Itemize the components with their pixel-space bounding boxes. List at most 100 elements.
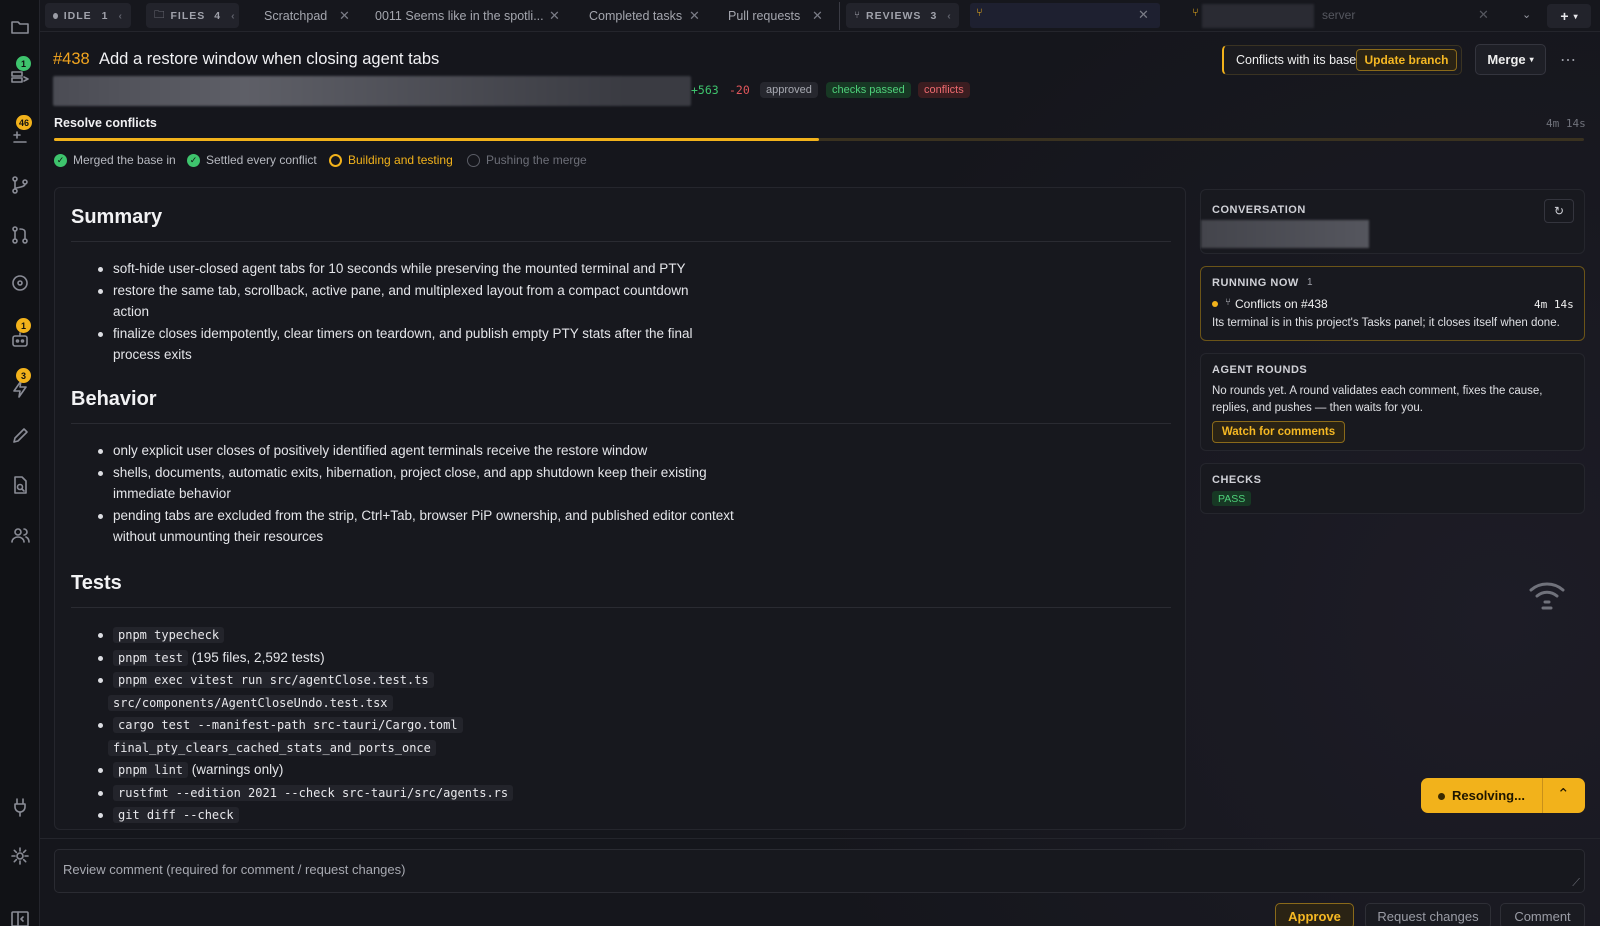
agent-rounds-title: AGENT ROUNDS (1212, 364, 1308, 376)
tab-note[interactable]: 0011 Seems like in the spotli... ✕ (375, 0, 565, 31)
inline-code: git diff --check (113, 807, 239, 823)
changes-badge: 46 (16, 115, 33, 130)
reviews-count: 3 (930, 9, 938, 22)
redacted-branch-info (53, 76, 691, 106)
comment-button[interactable]: Comment (1500, 903, 1585, 926)
update-branch-button[interactable]: Update branch (1356, 49, 1457, 71)
chevron-left-icon[interactable]: ‹ (119, 10, 124, 22)
tab-label: 0011 Seems like in the spotli... (375, 8, 544, 23)
status-dot-icon (1212, 301, 1218, 307)
close-icon[interactable]: ✕ (339, 8, 350, 24)
list-item: finalize closes idempotently, clear time… (97, 323, 717, 366)
agents-badge: 1 (16, 318, 31, 333)
close-icon[interactable]: ✕ (1138, 7, 1149, 23)
tests-list: pnpm typecheck pnpm test (195 files, 2,5… (97, 624, 797, 827)
files-group-tab[interactable]: 🗀 FILES 4 ‹ (146, 3, 239, 28)
resolve-progress-fill (54, 138, 819, 141)
chevron-left-icon[interactable]: ‹ (947, 10, 952, 22)
diff-icon[interactable]: 46 (0, 115, 40, 151)
agent-rounds-card: AGENT ROUNDS No rounds yet. A round vali… (1200, 353, 1585, 451)
refresh-icon[interactable]: ↻ (1544, 199, 1574, 223)
divider (40, 838, 1600, 839)
close-icon[interactable]: ✕ (812, 8, 823, 24)
files-count: 4 (214, 9, 222, 22)
behavior-list: only explicit user closes of positively … (97, 440, 737, 548)
branch-icon: ⑂ (1225, 297, 1231, 308)
sessions-badge: 1 (16, 56, 31, 71)
close-icon[interactable]: ✕ (689, 8, 700, 24)
close-icon[interactable]: ✕ (549, 8, 560, 24)
tab-divider (839, 2, 840, 30)
resolving-indicator[interactable]: Resolving... ⌃ (1421, 778, 1585, 813)
robot-icon[interactable]: 1 (0, 318, 40, 354)
pencil-icon[interactable] (0, 421, 40, 451)
lightning-icon[interactable]: 3 (0, 368, 40, 404)
new-tab-button[interactable]: + ▾ (1547, 4, 1591, 28)
caret-down-icon: ▾ (1529, 55, 1534, 64)
chevron-left-icon[interactable]: ‹ (231, 10, 236, 22)
list-item: git diff --check (97, 804, 797, 827)
step-label: Pushing the merge (486, 153, 587, 167)
checks-card: CHECKS PASS (1200, 463, 1585, 514)
list-item: pnpm typecheck (97, 624, 797, 647)
inline-code: pnpm typecheck (113, 627, 225, 643)
resize-handle-icon[interactable]: ⟋ (1572, 877, 1580, 890)
document-search-icon[interactable] (0, 470, 40, 500)
pull-request-icon: ⑂ (854, 10, 861, 21)
running-task[interactable]: Conflicts on #438 (1235, 297, 1328, 311)
approved-badge: approved (760, 82, 818, 98)
list-item-text: (warnings only) (188, 762, 284, 777)
tab-label: Pull requests (728, 8, 801, 23)
tab-bar: IDLE 1 ‹ 🗀 FILES 4 ‹ Scratchpad ✕ 0011 Se… (40, 0, 1600, 32)
chevron-down-icon[interactable]: ⌄ (1522, 8, 1531, 21)
users-icon[interactable] (0, 520, 40, 550)
running-note: Its terminal is in this project's Tasks … (1212, 317, 1560, 329)
tab-scratchpad[interactable]: Scratchpad ✕ (264, 0, 364, 31)
pull-request-icon: ⑂ (1192, 7, 1199, 19)
close-icon[interactable]: ✕ (1478, 7, 1489, 23)
pr-title: Add a restore window when closing agent … (99, 50, 440, 68)
record-icon[interactable] (0, 268, 40, 298)
merge-button[interactable]: Merge ▾ (1475, 44, 1546, 75)
tab-pull-requests[interactable]: Pull requests ✕ (728, 0, 838, 31)
actions-badge: 3 (16, 368, 31, 383)
inline-code: pnpm exec vitest run src/agentClose.test… (113, 672, 434, 688)
running-count: 1 (1307, 277, 1313, 288)
checks-title: CHECKS (1212, 474, 1262, 486)
sessions-icon[interactable]: 1 (0, 56, 40, 92)
more-options-icon[interactable]: ⋯ (1560, 50, 1576, 70)
tab-completed-tasks[interactable]: Completed tasks ✕ (589, 0, 714, 31)
tab-label: Completed tasks (589, 8, 683, 23)
git-branch-icon[interactable] (0, 170, 40, 200)
inline-code: pnpm lint (113, 762, 189, 778)
request-changes-button[interactable]: Request changes (1365, 903, 1491, 926)
reviews-group-tab[interactable]: ⑂ REVIEWS 3 ‹ (846, 3, 959, 28)
approve-button[interactable]: Approve (1275, 903, 1354, 926)
chevron-up-icon[interactable]: ⌃ (1557, 785, 1570, 803)
pull-request-icon: ⑂ (976, 7, 983, 19)
list-item: only explicit user closes of positively … (97, 440, 737, 462)
resolve-progress-bar (54, 138, 1584, 141)
watch-for-comments-button[interactable]: Watch for comments (1212, 421, 1345, 443)
folder-icon[interactable] (0, 12, 40, 42)
pending-circle-icon (467, 153, 480, 167)
additions-count: +563 (691, 83, 719, 97)
pull-request-icon[interactable] (0, 220, 40, 250)
idle-group-tab[interactable]: IDLE 1 ‹ (45, 3, 131, 28)
step-label: Merged the base in (73, 153, 176, 167)
step-settled-conflicts: ✓ Settled every conflict (187, 152, 317, 168)
conflicts-badge: conflicts (918, 82, 970, 98)
inline-code: src/components/AgentCloseUndo.test.tsx (108, 694, 393, 711)
activity-sidebar: 1 46 1 3 (0, 0, 40, 926)
tab-pr-active[interactable]: ⑂ ✕ (970, 3, 1160, 28)
inline-code: cargo test --manifest-path src-tauri/Car… (113, 717, 463, 733)
checks-passed-badge: checks passed (826, 82, 911, 98)
tab-server[interactable]: ⑂ server ✕ (1192, 3, 1492, 28)
gear-icon[interactable] (0, 841, 40, 871)
plug-icon[interactable] (0, 792, 40, 822)
resolve-title: Resolve conflicts (54, 116, 157, 130)
panel-toggle-icon[interactable] (0, 904, 40, 926)
review-comment-field[interactable]: Review comment (required for comment / r… (54, 849, 1585, 893)
list-item: shells, documents, automatic exits, hibe… (97, 462, 737, 505)
idle-label: IDLE (63, 9, 92, 22)
